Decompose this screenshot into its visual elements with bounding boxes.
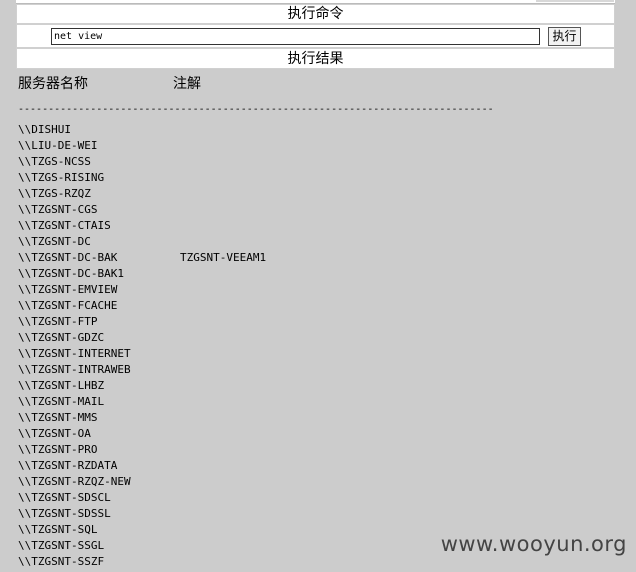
server-list-item: \\TZGS-RZQZ bbox=[18, 186, 131, 202]
server-name: \\TZGSNT-MAIL bbox=[18, 395, 105, 408]
execute-button[interactable]: 执行 bbox=[548, 27, 581, 46]
server-list-item: \\TZGSNT-SSZF bbox=[18, 554, 131, 570]
server-name: \\TZGSNT-SDSSL bbox=[18, 507, 111, 520]
server-name: \\TZGSNT-DC-BAK bbox=[18, 251, 118, 264]
result-title: 执行结果 bbox=[16, 48, 615, 69]
server-list-item: \\TZGS-RISING bbox=[18, 170, 131, 186]
server-list-item: \\TZGSNT-INTRAWEB bbox=[18, 362, 131, 378]
server-list-item: \\TZGSNT-FTP bbox=[18, 314, 131, 330]
server-list-item: \\TZGSNT-GDZC bbox=[18, 330, 131, 346]
server-list-item: \\TZGSNT-INTERNET bbox=[18, 346, 131, 362]
server-list-item: \\TZGSNT-SSGL bbox=[18, 538, 131, 554]
server-name: \\TZGSNT-FCACHE bbox=[18, 299, 118, 312]
server-list-item: \\TZGSNT-CGS bbox=[18, 202, 131, 218]
server-name: \\TZGSNT-PRO bbox=[18, 443, 98, 456]
server-list-item: \\TZGSNT-OA bbox=[18, 426, 131, 442]
server-list-item: \\TZGSNT-DC bbox=[18, 234, 131, 250]
server-list-item: \\TZGSNT-PRO bbox=[18, 442, 131, 458]
server-name: \\TZGSNT-DC bbox=[18, 235, 91, 248]
server-list-item: \\TZGSNT-MAIL bbox=[18, 394, 131, 410]
server-list-item: \\TZGSNT-MMS bbox=[18, 410, 131, 426]
command-input[interactable] bbox=[51, 28, 540, 45]
watermark: www.wooyun.org bbox=[440, 532, 627, 556]
server-name: \\TZGSNT-EMVIEW bbox=[18, 283, 118, 296]
server-name: \\TZGSNT-SDSCL bbox=[18, 491, 111, 504]
server-name: \\TZGS-RISING bbox=[18, 171, 105, 184]
server-name: \\TZGSNT-LHBZ bbox=[18, 379, 105, 392]
server-name: \\TZGSNT-SSZF bbox=[18, 555, 105, 568]
server-name: \\TZGSNT-SSGL bbox=[18, 539, 105, 552]
server-list-item: \\TZGSNT-RZDATA bbox=[18, 458, 131, 474]
server-name: \\TZGS-RZQZ bbox=[18, 187, 91, 200]
server-name: \\TZGSNT-RZQZ-NEW bbox=[18, 475, 131, 488]
server-name: \\TZGSNT-DC-BAK1 bbox=[18, 267, 124, 280]
server-list-item: \\TZGSNT-SDSSL bbox=[18, 506, 131, 522]
server-name: \\TZGSNT-RZDATA bbox=[18, 459, 118, 472]
server-list-item: \\TZGSNT-EMVIEW bbox=[18, 282, 131, 298]
header-remark: 注解 bbox=[173, 76, 201, 92]
top-corner-strip bbox=[536, 0, 614, 2]
separator-line: ----------------------------------------… bbox=[18, 104, 494, 115]
server-list-item: \\TZGSNT-DC-BAK TZGSNT-VEEAM1 bbox=[18, 250, 266, 266]
header-server-name: 服务器名称 bbox=[18, 76, 88, 92]
server-list-item: \\TZGSNT-CTAIS bbox=[18, 218, 131, 234]
server-list-item: \\DISHUI bbox=[18, 122, 131, 138]
server-remark: TZGSNT-VEEAM1 bbox=[180, 251, 267, 264]
server-list-item: \\LIU-DE-WEI bbox=[18, 138, 131, 154]
server-list: \\DISHUI \\LIU-DE-WEI \\TZGS-NCSS \\TZGS-RI… bbox=[18, 122, 266, 570]
server-list-item: \\TZGSNT-RZQZ-NEW bbox=[18, 474, 131, 490]
server-name: \\TZGS-NCSS bbox=[18, 155, 91, 168]
server-name: \\TZGSNT-INTERNET bbox=[18, 347, 131, 360]
server-name: \\TZGSNT-CGS bbox=[18, 203, 98, 216]
server-list-item: \\TZGSNT-DC-BAK1 bbox=[18, 266, 131, 282]
server-name: \\TZGSNT-SQL bbox=[18, 523, 98, 536]
command-row: 执行 bbox=[16, 24, 615, 48]
server-name: \\TZGSNT-CTAIS bbox=[18, 219, 111, 232]
server-list-item: \\TZGSNT-SDSCL bbox=[18, 490, 131, 506]
server-name: \\TZGSNT-INTRAWEB bbox=[18, 363, 131, 376]
server-name: \\LIU-DE-WEI bbox=[18, 139, 98, 152]
server-list-item: \\TZGSNT-SQL bbox=[18, 522, 131, 538]
server-list-item: \\TZGS-NCSS bbox=[18, 154, 131, 170]
server-list-item: \\TZGSNT-LHBZ bbox=[18, 378, 131, 394]
server-name: \\DISHUI bbox=[18, 123, 71, 136]
server-name: \\TZGSNT-MMS bbox=[18, 411, 98, 424]
server-name: \\TZGSNT-OA bbox=[18, 427, 91, 440]
server-name: \\TZGSNT-FTP bbox=[18, 315, 98, 328]
server-list-item: \\TZGSNT-FCACHE bbox=[18, 298, 131, 314]
command-title: 执行命令 bbox=[16, 4, 615, 24]
server-name: \\TZGSNT-GDZC bbox=[18, 331, 105, 344]
